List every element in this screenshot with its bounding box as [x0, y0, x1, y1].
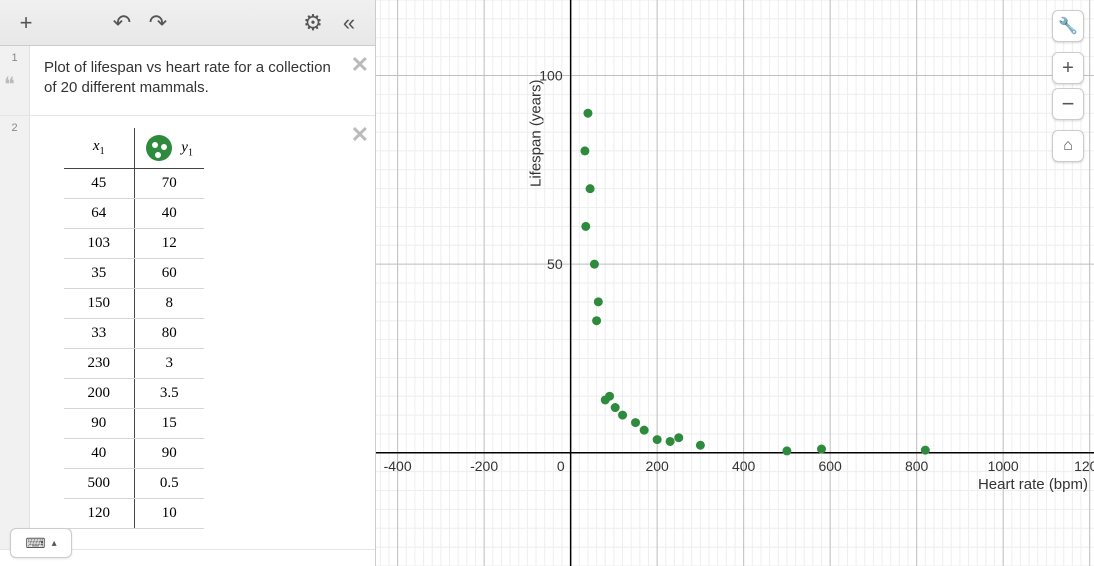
svg-text:-200: -200	[470, 458, 498, 474]
add-expression-button[interactable]: +	[8, 5, 44, 41]
table-cell[interactable]: 15	[134, 408, 204, 438]
table-cell[interactable]: 12	[134, 228, 204, 258]
data-point[interactable]	[653, 435, 662, 444]
redo-button[interactable]: ↷	[140, 5, 176, 41]
expression-toolbar: + ↶ ↷ ⚙ «	[0, 0, 375, 46]
table-cell[interactable]: 90	[134, 438, 204, 468]
table-row[interactable]: 3560	[64, 258, 204, 288]
data-point[interactable]	[583, 109, 592, 118]
table-row[interactable]: 6440	[64, 198, 204, 228]
expression-row-table[interactable]: 2 ✕ x1 y1	[0, 116, 375, 550]
table-cell[interactable]: 500	[64, 468, 134, 498]
keyboard-icon: ⌨	[25, 535, 45, 552]
table-cell[interactable]: 200	[64, 378, 134, 408]
data-point[interactable]	[611, 403, 620, 412]
table-cell[interactable]: 33	[64, 318, 134, 348]
table-cell[interactable]: 60	[134, 258, 204, 288]
graph-area[interactable]: -400-20002004006008001000120050100Heart …	[376, 0, 1094, 566]
svg-text:0: 0	[557, 458, 565, 474]
table-cell[interactable]: 80	[134, 318, 204, 348]
table-cell[interactable]: 120	[64, 498, 134, 528]
data-point[interactable]	[618, 411, 627, 420]
table-row[interactable]: 9015	[64, 408, 204, 438]
delete-row-button[interactable]: ✕	[351, 52, 369, 78]
svg-text:600: 600	[818, 458, 842, 474]
table-cell[interactable]: 0.5	[134, 468, 204, 498]
x-axis-label: Heart rate (bpm)	[978, 476, 1088, 493]
data-point[interactable]	[580, 146, 589, 155]
svg-text:50: 50	[547, 256, 563, 272]
collapse-panel-button[interactable]: «	[331, 5, 367, 41]
keyboard-toggle-button[interactable]: ⌨ ▴	[10, 528, 72, 558]
data-point[interactable]	[674, 433, 683, 442]
table-row[interactable]: 12010	[64, 498, 204, 528]
svg-text:800: 800	[905, 458, 929, 474]
table-cell[interactable]: 70	[134, 168, 204, 198]
zoom-in-button[interactable]: +	[1052, 52, 1084, 84]
table-cell[interactable]: 150	[64, 288, 134, 318]
data-point[interactable]	[631, 418, 640, 427]
plus-icon: +	[1062, 57, 1074, 80]
table-cell[interactable]: 40	[134, 198, 204, 228]
table-cell[interactable]: 8	[134, 288, 204, 318]
data-point[interactable]	[696, 441, 705, 450]
wrench-icon: 🔧	[1058, 16, 1078, 36]
table-cell[interactable]: 35	[64, 258, 134, 288]
table-cell[interactable]: 230	[64, 348, 134, 378]
zoom-out-button[interactable]: −	[1052, 88, 1084, 120]
table-row[interactable]: 2303	[64, 348, 204, 378]
table-row[interactable]: 2003.5	[64, 378, 204, 408]
expression-row-note[interactable]: 1 ❝ ✕ Plot of lifespan vs heart rate for…	[0, 46, 375, 116]
data-point[interactable]	[921, 446, 930, 455]
table-header-x[interactable]: x1	[64, 128, 134, 168]
table-cell[interactable]: 90	[64, 408, 134, 438]
data-table[interactable]: x1 y1 457064401031235601508338023032003.…	[64, 128, 204, 529]
table-row[interactable]: 3380	[64, 318, 204, 348]
home-button[interactable]: ⌂	[1052, 130, 1084, 162]
table-header-y[interactable]: y1	[134, 128, 204, 168]
svg-text:-400: -400	[384, 458, 412, 474]
series-color-icon[interactable]	[146, 135, 172, 161]
data-point[interactable]	[666, 437, 675, 446]
note-text: Plot of lifespan vs heart rate for a col…	[44, 58, 345, 99]
data-point[interactable]	[581, 222, 590, 231]
svg-text:1200: 1200	[1074, 458, 1094, 474]
delete-row-button[interactable]: ✕	[351, 122, 369, 148]
table-cell[interactable]: 103	[64, 228, 134, 258]
table-row[interactable]: 5000.5	[64, 468, 204, 498]
table-cell[interactable]: 45	[64, 168, 134, 198]
data-point[interactable]	[586, 184, 595, 193]
table-row[interactable]: 4090	[64, 438, 204, 468]
table-cell[interactable]: 40	[64, 438, 134, 468]
settings-button[interactable]: ⚙	[295, 5, 331, 41]
minus-icon: −	[1062, 91, 1075, 117]
svg-text:400: 400	[732, 458, 756, 474]
table-row[interactable]: 1508	[64, 288, 204, 318]
data-point[interactable]	[601, 395, 610, 404]
table-cell[interactable]: 10	[134, 498, 204, 528]
table-cell[interactable]: 3.5	[134, 378, 204, 408]
data-point[interactable]	[590, 260, 599, 269]
y-axis-label: Lifespan (years)	[528, 79, 545, 187]
quote-icon: ❝	[4, 72, 15, 97]
data-point[interactable]	[782, 446, 791, 455]
data-point[interactable]	[594, 297, 603, 306]
table-row[interactable]: 10312	[64, 228, 204, 258]
row-index: 2	[0, 116, 30, 549]
svg-text:200: 200	[645, 458, 669, 474]
data-point[interactable]	[640, 426, 649, 435]
data-point[interactable]	[592, 316, 601, 325]
table-cell[interactable]: 3	[134, 348, 204, 378]
data-point[interactable]	[817, 445, 826, 454]
table-cell[interactable]: 64	[64, 198, 134, 228]
graph-settings-button[interactable]: 🔧	[1052, 10, 1084, 42]
chevron-up-icon: ▴	[52, 538, 57, 549]
undo-button[interactable]: ↶	[104, 5, 140, 41]
home-icon: ⌂	[1063, 137, 1073, 155]
svg-text:1000: 1000	[988, 458, 1019, 474]
table-row[interactable]: 4570	[64, 168, 204, 198]
